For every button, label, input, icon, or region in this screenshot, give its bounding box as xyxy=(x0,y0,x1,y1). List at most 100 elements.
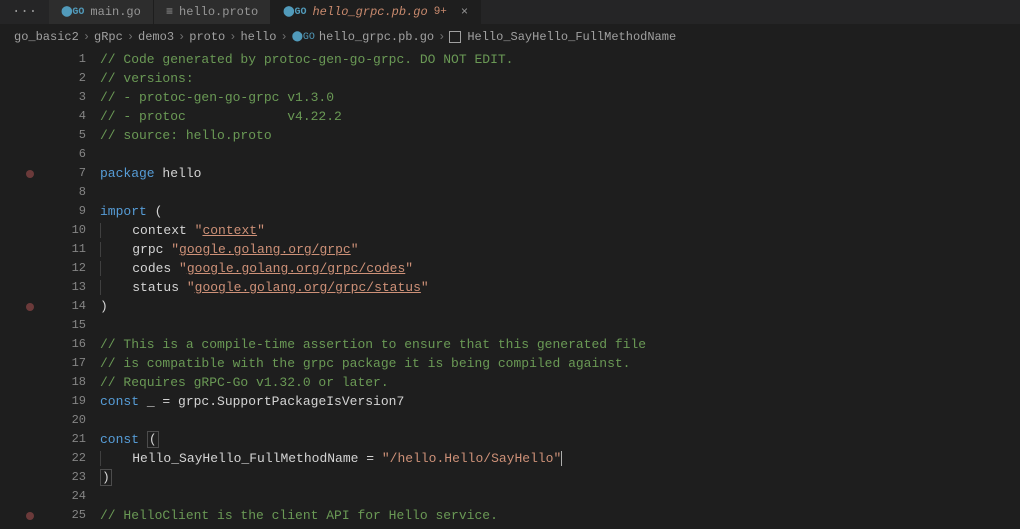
gutter-breakpoint[interactable] xyxy=(0,145,60,164)
breadcrumb-item[interactable]: go_basic2 xyxy=(14,30,79,44)
line-number[interactable]: 10 xyxy=(60,221,100,240)
line-number[interactable]: 15 xyxy=(60,316,100,335)
line-number[interactable]: 11 xyxy=(60,240,100,259)
code-line[interactable]: codes "google.golang.org/grpc/codes" xyxy=(100,259,1020,278)
code-editor[interactable]: 1// Code generated by protoc-gen-go-grpc… xyxy=(0,50,1020,525)
line-number[interactable]: 14 xyxy=(60,297,100,316)
line-number[interactable]: 13 xyxy=(60,278,100,297)
gutter-breakpoint[interactable] xyxy=(0,487,60,506)
gutter-breakpoint[interactable] xyxy=(0,335,60,354)
code-line[interactable]: // - protoc-gen-go-grpc v1.3.0 xyxy=(100,88,1020,107)
line-number[interactable]: 8 xyxy=(60,183,100,202)
code-line[interactable] xyxy=(100,183,1020,202)
code-line[interactable]: // Requires gRPC-Go v1.32.0 or later. xyxy=(100,373,1020,392)
code-line[interactable] xyxy=(100,316,1020,335)
line-number[interactable]: 25 xyxy=(60,506,100,525)
code-line[interactable]: // Code generated by protoc-gen-go-grpc.… xyxy=(100,50,1020,69)
breadcrumb[interactable]: go_basic2›gRpc›demo3›proto›hello›⬤GOhell… xyxy=(0,24,1020,50)
code-line[interactable] xyxy=(100,411,1020,430)
line-number[interactable]: 7 xyxy=(60,164,100,183)
line-number[interactable]: 22 xyxy=(60,449,100,468)
code-line[interactable]: package hello xyxy=(100,164,1020,183)
more-actions-icon[interactable]: ··· xyxy=(0,4,49,20)
code-line[interactable]: ) xyxy=(100,468,1020,487)
code-line[interactable]: Hello_SayHello_FullMethodName = "/hello.… xyxy=(100,449,1020,468)
breadcrumb-item[interactable]: proto xyxy=(189,30,225,44)
code-line[interactable]: context "context" xyxy=(100,221,1020,240)
tab-hello-proto[interactable]: ≡hello.proto xyxy=(154,0,271,24)
code-line[interactable]: ) xyxy=(100,297,1020,316)
line-number[interactable]: 20 xyxy=(60,411,100,430)
breakpoint-icon[interactable] xyxy=(26,512,34,520)
code-line[interactable]: const ( xyxy=(100,430,1020,449)
gutter-breakpoint[interactable] xyxy=(0,373,60,392)
breadcrumb-item[interactable]: hello_grpc.pb.go xyxy=(319,30,434,44)
gutter-breakpoint[interactable] xyxy=(0,69,60,88)
gutter-breakpoint[interactable] xyxy=(0,240,60,259)
gutter-breakpoint[interactable] xyxy=(0,259,60,278)
code-line[interactable]: // HelloClient is the client API for Hel… xyxy=(100,506,1020,525)
gutter-breakpoint[interactable] xyxy=(0,316,60,335)
gutter-breakpoint[interactable] xyxy=(0,202,60,221)
code-line[interactable]: status "google.golang.org/grpc/status" xyxy=(100,278,1020,297)
gutter-breakpoint[interactable] xyxy=(0,278,60,297)
breadcrumb-separator: › xyxy=(83,30,90,44)
breadcrumb-item[interactable]: Hello_SayHello_FullMethodName xyxy=(467,30,676,44)
code-token xyxy=(100,242,132,257)
close-icon[interactable]: × xyxy=(461,5,468,19)
gutter-breakpoint[interactable] xyxy=(0,392,60,411)
line-number[interactable]: 5 xyxy=(60,126,100,145)
code-line[interactable] xyxy=(100,487,1020,506)
gutter-breakpoint[interactable] xyxy=(0,468,60,487)
line-number[interactable]: 6 xyxy=(60,145,100,164)
line-number[interactable]: 4 xyxy=(60,107,100,126)
gutter-breakpoint[interactable] xyxy=(0,430,60,449)
code-token: _ = grpc.SupportPackageIsVersion7 xyxy=(139,394,404,409)
line-number[interactable]: 12 xyxy=(60,259,100,278)
line-number[interactable]: 1 xyxy=(60,50,100,69)
code-line[interactable]: // is compatible with the grpc package i… xyxy=(100,354,1020,373)
gutter-breakpoint[interactable] xyxy=(0,354,60,373)
line-number[interactable]: 24 xyxy=(60,487,100,506)
breakpoint-icon[interactable] xyxy=(26,303,34,311)
code-token: const xyxy=(100,394,139,409)
code-token: // This is a compile-time assertion to e… xyxy=(100,337,646,352)
breadcrumb-item[interactable]: gRpc xyxy=(94,30,123,44)
line-number[interactable]: 19 xyxy=(60,392,100,411)
gutter-breakpoint[interactable] xyxy=(0,88,60,107)
tab-hello_grpc-pb-go[interactable]: ⬤GOhello_grpc.pb.go9+× xyxy=(271,0,481,24)
tab-main-go[interactable]: ⬤GOmain.go xyxy=(49,0,154,24)
code-line[interactable]: import ( xyxy=(100,202,1020,221)
gutter-breakpoint[interactable] xyxy=(0,506,60,525)
gutter-breakpoint[interactable] xyxy=(0,50,60,69)
line-number[interactable]: 2 xyxy=(60,69,100,88)
line-number[interactable]: 9 xyxy=(60,202,100,221)
gutter-breakpoint[interactable] xyxy=(0,297,60,316)
gutter-breakpoint[interactable] xyxy=(0,183,60,202)
code-line[interactable]: // This is a compile-time assertion to e… xyxy=(100,335,1020,354)
breadcrumb-item[interactable]: hello xyxy=(240,30,276,44)
code-token: " xyxy=(187,280,195,295)
line-number[interactable]: 18 xyxy=(60,373,100,392)
code-line[interactable]: // versions: xyxy=(100,69,1020,88)
breakpoint-icon[interactable] xyxy=(26,170,34,178)
code-line[interactable]: // source: hello.proto xyxy=(100,126,1020,145)
line-number[interactable]: 17 xyxy=(60,354,100,373)
code-line[interactable] xyxy=(100,145,1020,164)
gutter-breakpoint[interactable] xyxy=(0,126,60,145)
code-line[interactable]: // - protoc v4.22.2 xyxy=(100,107,1020,126)
gutter-breakpoint[interactable] xyxy=(0,164,60,183)
breadcrumb-item[interactable]: demo3 xyxy=(138,30,174,44)
code-token: " xyxy=(171,242,179,257)
line-number[interactable]: 23 xyxy=(60,468,100,487)
line-number[interactable]: 21 xyxy=(60,430,100,449)
gutter-breakpoint[interactable] xyxy=(0,107,60,126)
line-number[interactable]: 3 xyxy=(60,88,100,107)
gutter-breakpoint[interactable] xyxy=(0,449,60,468)
gutter-breakpoint[interactable] xyxy=(0,411,60,430)
code-line[interactable]: grpc "google.golang.org/grpc" xyxy=(100,240,1020,259)
code-line[interactable]: const _ = grpc.SupportPackageIsVersion7 xyxy=(100,392,1020,411)
gutter-breakpoint[interactable] xyxy=(0,221,60,240)
line-number[interactable]: 16 xyxy=(60,335,100,354)
code-token: status xyxy=(132,280,187,295)
